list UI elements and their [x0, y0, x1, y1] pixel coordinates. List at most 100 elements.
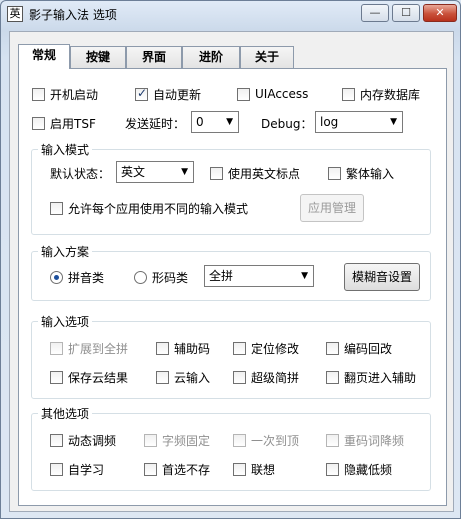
checkbox-box	[233, 462, 246, 476]
checkbox-box	[326, 433, 339, 447]
autostart-checkbox[interactable]: 开机启动	[32, 86, 98, 102]
checkbox-label: 开机启动	[50, 87, 99, 102]
checkbox-box	[144, 462, 157, 476]
dup-code-demote-checkbox[interactable]: 重码词降频	[326, 432, 404, 448]
minimize-button[interactable]: —	[361, 4, 389, 22]
send-delay-select[interactable]: 0 ▼	[191, 111, 239, 133]
checkbox-box	[50, 433, 63, 447]
uiaccess-checkbox[interactable]: UIAccess	[237, 86, 308, 102]
dynamic-freq-checkbox[interactable]: 动态调频	[50, 432, 116, 448]
fuzzy-sound-button[interactable]: 模糊音设置	[344, 263, 420, 291]
close-button[interactable]: ✕	[423, 4, 457, 22]
select-value: 英文	[121, 165, 146, 179]
checkbox-label: 内存数据库	[360, 87, 421, 102]
page-enter-aux-checkbox[interactable]: 翻页进入辅助	[326, 369, 416, 385]
checkbox-label: 编码回改	[344, 341, 393, 356]
radio-label: 拼音类	[68, 270, 105, 285]
super-abbrev-checkbox[interactable]: 超级简拼	[233, 369, 299, 385]
tab-keys[interactable]: 按键	[70, 46, 126, 68]
checkbox-box	[326, 462, 339, 476]
checkbox-box	[50, 370, 63, 384]
to-top-once-checkbox[interactable]: 一次到顶	[233, 432, 299, 448]
tsf-checkbox[interactable]: 启用TSF	[32, 115, 96, 131]
app-manage-button[interactable]: 应用管理	[300, 194, 364, 222]
checkbox-box	[326, 341, 339, 355]
checkbox-label: 云输入	[174, 370, 211, 385]
chevron-down-icon: ▼	[226, 117, 233, 127]
checkbox-box	[32, 116, 45, 130]
checkbox-box	[50, 462, 63, 476]
other-options-group: 其他选项 动态调频 字频固定 一次到顶 重码词降频 自学习 首选不存 联想 隐藏…	[31, 405, 431, 491]
tab-about[interactable]: 关于	[240, 46, 294, 68]
checkbox-box	[156, 341, 169, 355]
english-punct-checkbox[interactable]: 使用英文标点	[210, 165, 300, 181]
aux-code-checkbox[interactable]: 辅助码	[156, 340, 210, 356]
group-title: 其他选项	[38, 405, 93, 422]
debug-select[interactable]: log ▼	[315, 111, 403, 133]
per-app-mode-checkbox[interactable]: 允许每个应用使用不同的输入模式	[50, 200, 248, 216]
default-state-select[interactable]: 英文 ▼	[116, 161, 194, 183]
tab-general[interactable]: 常规	[18, 44, 70, 69]
checkbox-box	[233, 370, 246, 384]
locate-edit-checkbox[interactable]: 定位修改	[233, 340, 299, 356]
window-title: 影子输入法 选项	[29, 8, 117, 22]
checkbox-box	[135, 86, 148, 101]
select-value: log	[320, 115, 339, 129]
checkbox-label: 定位修改	[251, 341, 300, 356]
checkbox-label: 启用TSF	[50, 116, 96, 131]
traditional-checkbox[interactable]: 繁体输入	[328, 165, 394, 181]
radio-circle	[134, 270, 147, 284]
checkbox-box	[210, 166, 223, 180]
group-title: 输入模式	[38, 141, 93, 158]
no-save-first-checkbox[interactable]: 首选不存	[144, 461, 210, 477]
checkbox-label: 联想	[251, 462, 276, 477]
options-window: 英 影子输入法 选项 — ☐ ✕ 常规 按键 界面 进阶 关于 开机启动 自动更…	[0, 0, 461, 519]
checkbox-box	[156, 370, 169, 384]
checkbox-label: 重码词降频	[344, 433, 405, 448]
checkbox-label: 隐藏低频	[344, 462, 393, 477]
fixed-freq-checkbox[interactable]: 字频固定	[144, 432, 210, 448]
input-mode-group: 输入模式 默认状态： 英文 ▼ 使用英文标点 繁体输入 允许每个应用使用不同的输…	[31, 141, 431, 235]
checkbox-label: 自动更新	[153, 87, 202, 102]
hide-low-freq-checkbox[interactable]: 隐藏低频	[326, 461, 392, 477]
group-title: 输入选项	[38, 313, 93, 330]
checkbox-label: 超级简拼	[251, 370, 300, 385]
checkbox-box	[144, 433, 157, 447]
chevron-down-icon: ▼	[390, 117, 397, 127]
checkbox-box	[237, 87, 250, 101]
radio-label: 形码类	[152, 270, 189, 285]
scheme-select[interactable]: 全拼 ▼	[204, 265, 314, 287]
checkbox-box	[326, 370, 339, 384]
app-icon: 英	[7, 6, 23, 22]
checkbox-label: 辅助码	[174, 341, 211, 356]
checkbox-label: 使用英文标点	[228, 166, 301, 181]
pinyin-radio[interactable]: 拼音类	[50, 269, 104, 285]
code-revert-checkbox[interactable]: 编码回改	[326, 340, 392, 356]
self-learn-checkbox[interactable]: 自学习	[50, 461, 104, 477]
checkbox-box	[233, 433, 246, 447]
tab-interface[interactable]: 界面	[126, 46, 182, 68]
maximize-button[interactable]: ☐	[392, 4, 420, 22]
checkbox-box	[32, 87, 45, 101]
checkbox-label: 允许每个应用使用不同的输入模式	[68, 201, 249, 216]
select-value: 全拼	[209, 269, 234, 283]
shape-code-radio[interactable]: 形码类	[134, 269, 188, 285]
memory-db-checkbox[interactable]: 内存数据库	[342, 86, 420, 102]
checkbox-label: 翻页进入辅助	[344, 370, 417, 385]
autoupdate-checkbox[interactable]: 自动更新	[135, 86, 201, 102]
select-value: 0	[196, 115, 204, 129]
checkbox-label: UIAccess	[255, 87, 309, 101]
checkbox-label: 首选不存	[162, 462, 211, 477]
checkbox-label: 字频固定	[162, 433, 211, 448]
tab-advanced[interactable]: 进阶	[182, 46, 240, 68]
group-title: 输入方案	[38, 243, 93, 260]
save-cloud-result-checkbox[interactable]: 保存云结果	[50, 369, 128, 385]
checkbox-box	[342, 87, 355, 101]
input-scheme-group: 输入方案 拼音类 形码类 全拼 ▼ 模糊音设置	[31, 243, 431, 301]
checkbox-label: 自学习	[68, 462, 105, 477]
title-bar: 英 影子输入法 选项 — ☐ ✕	[1, 1, 460, 29]
extend-full-pinyin-checkbox[interactable]: 扩展到全拼	[50, 340, 128, 356]
chevron-down-icon: ▼	[181, 167, 188, 177]
association-checkbox[interactable]: 联想	[233, 461, 275, 477]
cloud-input-checkbox[interactable]: 云输入	[156, 369, 210, 385]
